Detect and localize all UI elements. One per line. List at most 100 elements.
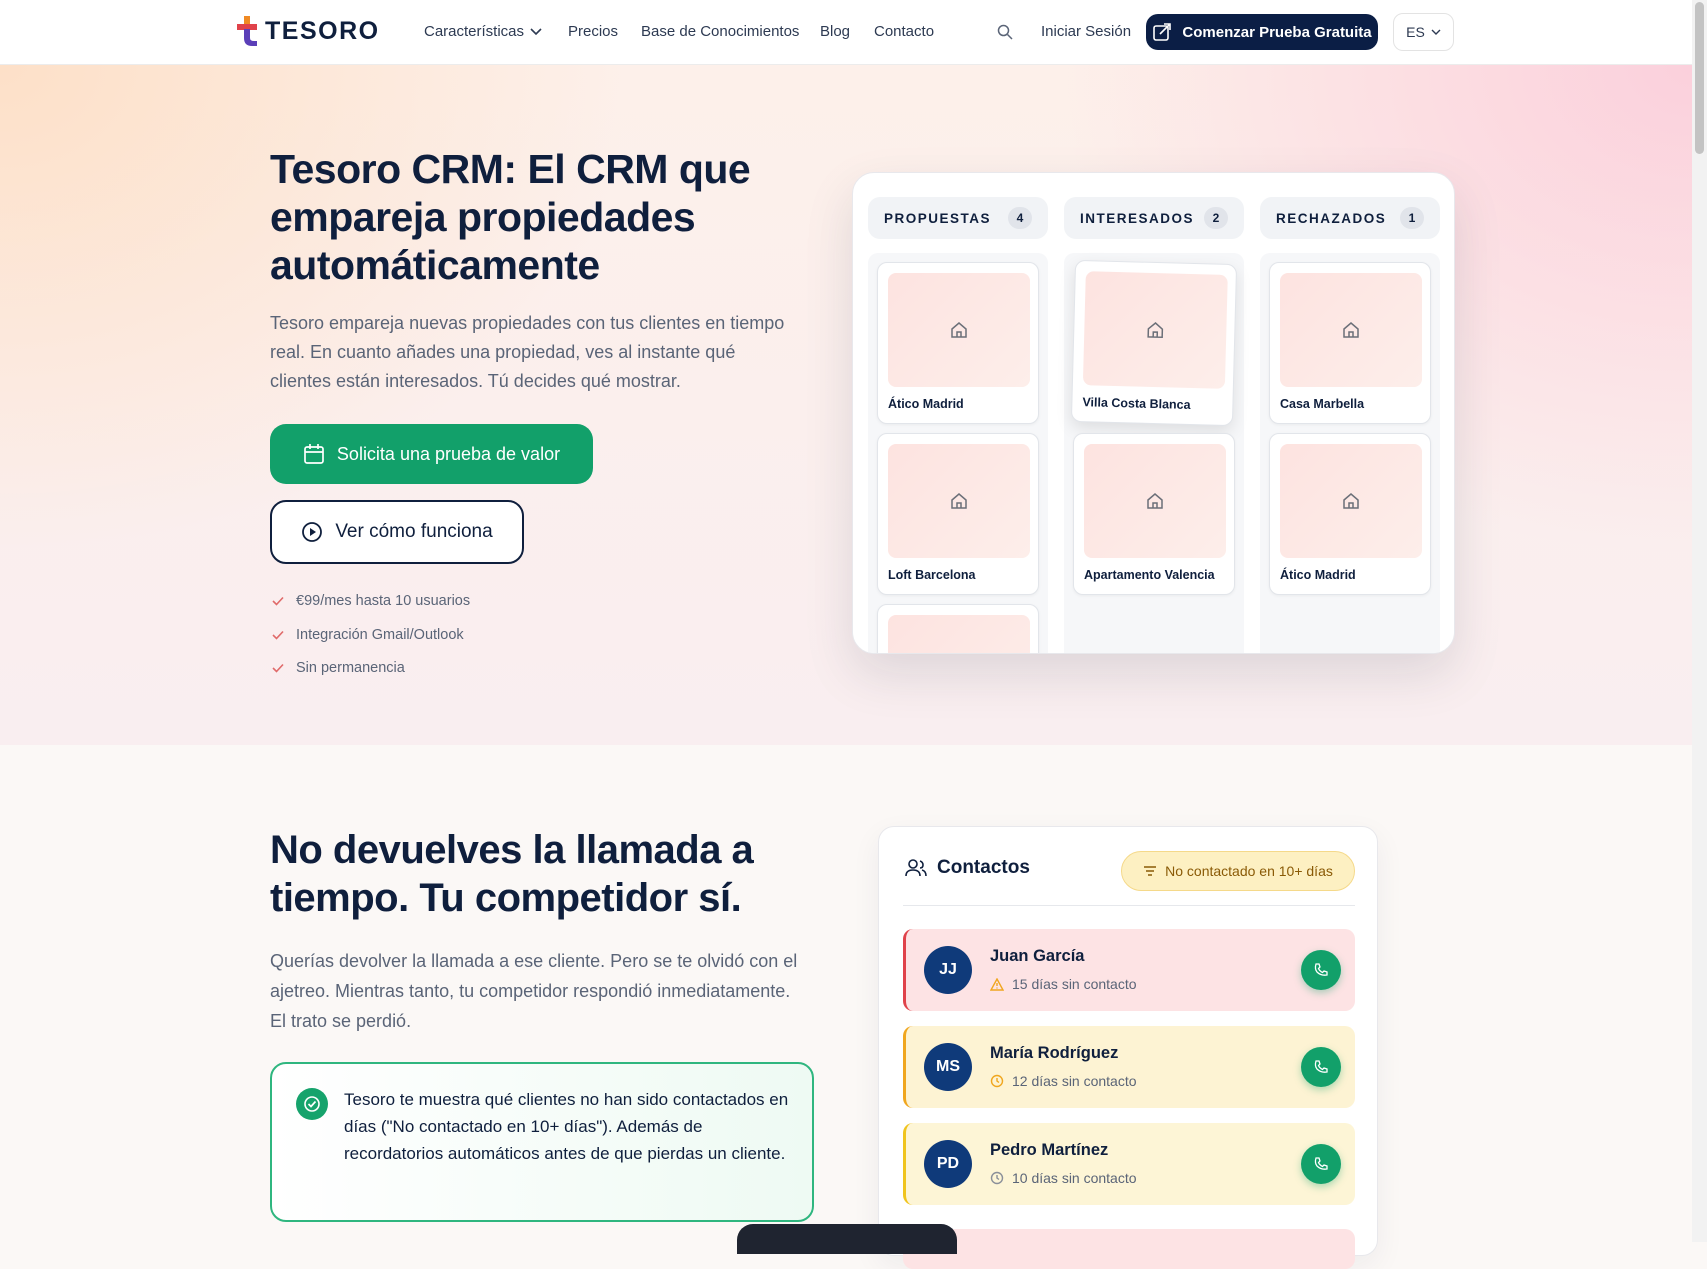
avatar: PD xyxy=(924,1140,972,1188)
top-nav: TESORO Características Precios Base de C… xyxy=(0,0,1692,65)
nav-contact[interactable]: Contacto xyxy=(874,23,934,40)
check-icon xyxy=(272,596,284,606)
clock-icon xyxy=(990,1171,1004,1185)
property-name: Ático Madrid xyxy=(1280,568,1356,582)
brand-name: TESORO xyxy=(265,16,380,45)
call-button[interactable] xyxy=(1301,950,1341,990)
property-card[interactable]: Casa Marbella xyxy=(1269,262,1431,424)
benefit-label: Integración Gmail/Outlook xyxy=(296,627,464,643)
request-demo-button[interactable]: Solicita una prueba de valor xyxy=(270,424,593,484)
house-icon xyxy=(951,322,967,338)
how-it-works-button[interactable]: Ver cómo funciona xyxy=(270,500,524,564)
chevron-down-icon xyxy=(530,27,542,35)
property-image xyxy=(888,615,1030,653)
phone-icon xyxy=(1314,1157,1328,1170)
nav-features-label: Características xyxy=(424,23,525,40)
property-name: Casa Marbella xyxy=(1280,397,1365,411)
floating-toolbar[interactable] xyxy=(737,1224,957,1254)
login-link[interactable]: Iniciar Sesión xyxy=(1041,23,1131,40)
brand-logo[interactable]: TESORO xyxy=(237,16,380,46)
kanban-column-header: PROPUESTAS 4 xyxy=(868,197,1048,239)
nav-features[interactable]: Características xyxy=(424,23,542,40)
property-card[interactable] xyxy=(877,604,1039,653)
how-it-works-label: Ver cómo funciona xyxy=(335,521,493,542)
contact-name: Juan García xyxy=(990,947,1085,965)
filter-label: No contactado en 10+ días xyxy=(1165,863,1333,879)
column-count-badge: 1 xyxy=(1400,207,1424,229)
contacts-panel: Contactos No contactado en 10+ días JJ J… xyxy=(878,826,1378,1269)
contact-status-label: 15 días sin contacto xyxy=(1012,976,1137,992)
kanban-lane: Villa Costa Blanca Apartamento Valencia xyxy=(1064,253,1244,653)
nav-knowledge-base[interactable]: Base de Conocimientos xyxy=(641,23,799,40)
clock-icon xyxy=(990,1074,1004,1088)
property-card[interactable]: Ático Madrid xyxy=(1269,433,1431,595)
warning-icon xyxy=(990,977,1004,991)
benefit-label: Sin permanencia xyxy=(296,660,405,676)
benefit-label: €99/mes hasta 10 usuarios xyxy=(296,593,471,609)
contact-status-label: 10 días sin contacto xyxy=(1012,1170,1137,1186)
contact-status: 12 días sin contacto xyxy=(990,1073,1137,1089)
contact-row[interactable]: MS María Rodríguez 12 días sin contacto xyxy=(903,1026,1355,1108)
scrollbar[interactable] xyxy=(1692,0,1707,1242)
avatar: JJ xyxy=(924,946,972,994)
hero-description: Tesoro empareja nuevas propiedades con t… xyxy=(270,313,785,391)
external-link-icon xyxy=(1153,23,1172,41)
contact-status: 10 días sin contacto xyxy=(990,1170,1137,1186)
house-icon xyxy=(1343,493,1359,509)
property-name: Loft Barcelona xyxy=(888,568,976,582)
property-image xyxy=(888,273,1030,387)
language-selector[interactable]: ES xyxy=(1393,13,1454,51)
property-image xyxy=(1280,273,1422,387)
column-title: INTERESADOS xyxy=(1080,210,1195,226)
nav-pricing[interactable]: Precios xyxy=(568,23,618,40)
search-icon[interactable] xyxy=(997,24,1013,40)
contact-row[interactable] xyxy=(903,1229,1355,1269)
benefit-item: Sin permanencia xyxy=(272,660,405,676)
property-card[interactable]: Loft Barcelona xyxy=(877,433,1039,595)
check-icon xyxy=(272,663,284,673)
property-name: Villa Costa Blanca xyxy=(1082,395,1191,412)
property-card[interactable]: Apartamento Valencia xyxy=(1073,433,1235,595)
benefit-item: Integración Gmail/Outlook xyxy=(272,627,464,643)
kanban-lane: Ático Madrid Loft Barcelona xyxy=(868,253,1048,653)
contacts-title: Contactos xyxy=(937,857,1030,878)
kanban-column-header: RECHAZADOS 1 xyxy=(1260,197,1440,239)
property-image xyxy=(888,444,1030,558)
contacts-header: Contactos xyxy=(905,857,1030,879)
property-image xyxy=(1082,271,1228,389)
call-button[interactable] xyxy=(1301,1144,1341,1184)
house-icon xyxy=(951,493,967,509)
play-circle-icon xyxy=(302,522,323,542)
house-icon xyxy=(1343,322,1359,338)
house-icon xyxy=(1147,493,1163,509)
property-name: Ático Madrid xyxy=(888,397,964,411)
phone-icon xyxy=(1314,963,1328,976)
property-image xyxy=(1084,444,1226,558)
nav-blog[interactable]: Blog xyxy=(820,23,850,40)
scrollbar-thumb[interactable] xyxy=(1695,2,1704,154)
callout-text: Tesoro te muestra qué clientes no han si… xyxy=(344,1090,789,1163)
house-icon xyxy=(1147,322,1164,338)
contact-name: Pedro Martínez xyxy=(990,1141,1109,1159)
property-card-dragging[interactable]: Villa Costa Blanca xyxy=(1070,259,1238,427)
call-button[interactable] xyxy=(1301,1047,1341,1087)
property-name: Apartamento Valencia xyxy=(1084,568,1215,582)
contact-status: 15 días sin contacto xyxy=(990,976,1137,992)
column-title: PROPUESTAS xyxy=(884,210,992,226)
contact-row[interactable]: PD Pedro Martínez 10 días sin contacto xyxy=(903,1123,1355,1205)
request-demo-label: Solicita una prueba de valor xyxy=(336,443,561,464)
not-contacted-filter[interactable]: No contactado en 10+ días xyxy=(1121,851,1355,891)
language-label: ES xyxy=(1406,24,1425,40)
property-card[interactable]: Ático Madrid xyxy=(877,262,1039,424)
kanban-column-header: INTERESADOS 2 xyxy=(1064,197,1244,239)
start-trial-button[interactable]: Comenzar Prueba Gratuita xyxy=(1146,14,1378,50)
contact-row[interactable]: JJ Juan García 15 días sin contacto xyxy=(903,929,1355,1011)
check-icon xyxy=(272,630,284,640)
column-title: RECHAZADOS xyxy=(1276,210,1387,226)
feature-callout: Tesoro te muestra qué clientes no han si… xyxy=(270,1062,814,1222)
kanban-lane: Casa Marbella Ático Madrid xyxy=(1260,253,1440,653)
section-title: No devuelves la llamada a tiempo. Tu com… xyxy=(270,828,754,920)
section-description: Querías devolver la llamada a ese client… xyxy=(270,951,798,1031)
contact-name: María Rodríguez xyxy=(990,1044,1119,1062)
contact-status-label: 12 días sin contacto xyxy=(1012,1073,1137,1089)
